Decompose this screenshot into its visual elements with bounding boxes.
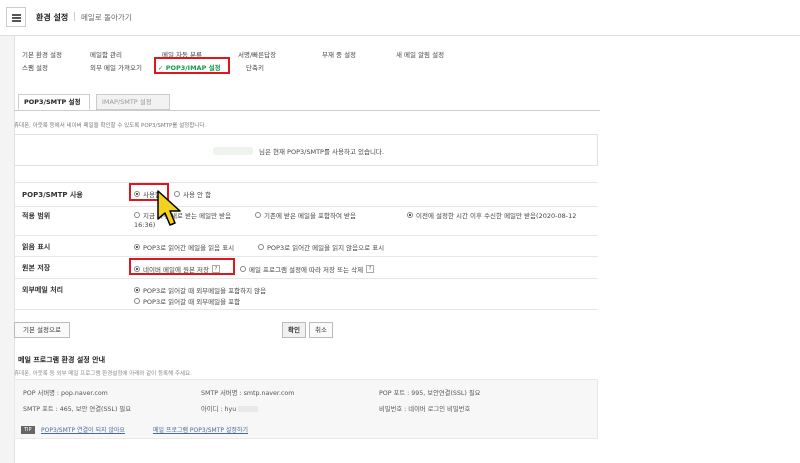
radio-empty-icon [134, 212, 140, 218]
status-notice-box: 님은 현재 POP3/SMTP를 사용하고 있습니다. [14, 134, 598, 166]
row-pop3-use: POP3/SMTP 사용 [14, 182, 598, 206]
page-title: 환경 설정 [36, 13, 69, 22]
label-apply-scope: 적용 범위 [22, 212, 51, 220]
guide-pop-server: POP 서버명 : pop.naver.com [23, 390, 108, 397]
header-divider [74, 12, 75, 21]
tab-mailbox-management[interactable]: 메일함 관리 [90, 49, 122, 59]
tab-new-mail-alert[interactable]: 새 메일 알림 설정 [396, 49, 444, 59]
radio-read-mark-read[interactable]: POP3로 읽어간 메일을 읽음 표시 [134, 242, 234, 252]
radio-keep-program-setting[interactable]: 메일 프로그램 설정에 따라 저장 또는 삭제? [240, 264, 375, 274]
guide-title: 메일 프로그램 환경 설정 안내 [18, 356, 106, 364]
help-link-pop3-not-connecting[interactable]: POP3/SMTP 연결이 되지 않아요 [41, 425, 125, 434]
tab-spam-settings[interactable]: 스팸 설정 [22, 62, 48, 72]
radio-selected-icon [134, 244, 140, 250]
radio-scope-include-existing[interactable]: 기존에 받은 메일을 포함하여 받음 [255, 210, 356, 220]
radio-scope-since-time-label: 이전에 설정한 시간 이후 수신한 메일만 받음(2020-08-12 [416, 212, 577, 220]
radio-external-include-label: POP3로 읽어갈 때 외부메일을 포함 [143, 298, 241, 306]
radio-use-off-label: 사용 안 함 [183, 191, 212, 199]
radio-external-exclude-label: POP3로 읽어갈 때 외부메일을 포함하지 않음 [143, 287, 267, 295]
guide-smtp-server: SMTP 서버명 : smtp.naver.com [201, 390, 295, 397]
radio-empty-icon [240, 266, 246, 272]
back-to-mail-link[interactable]: 메일로 돌아가기 [81, 12, 132, 23]
radio-scope-since-time[interactable]: 이전에 설정한 시간 이후 수신한 메일만 받음(2020-08-12 [407, 210, 576, 220]
confirm-button[interactable]: 확인 [282, 322, 306, 338]
radio-keep-program-setting-label: 메일 프로그램 설정에 따라 저장 또는 삭제 [249, 266, 364, 274]
subtab-pop3-smtp[interactable]: POP3/SMTP 설정 [18, 94, 90, 110]
tip-badge: TIP [21, 426, 35, 434]
guide-password: 비밀번호 : 네이버 로그인 비밀번호 [379, 406, 471, 413]
label-read-mark: 읽음 표시 [22, 243, 51, 251]
subtab-divider [14, 110, 600, 111]
radio-read-mark-read-label: POP3로 읽어간 메일을 읽음 표시 [143, 244, 235, 252]
guide-account-id: 아이디 : hyu [201, 404, 259, 413]
settings-header: 환경 설정 메일로 돌아가기 [0, 0, 800, 36]
radio-empty-icon [258, 244, 264, 250]
radio-selected-icon [134, 287, 140, 293]
tab-shortcuts[interactable]: 단축키 [246, 62, 264, 72]
tab-external-mail-import[interactable]: 외부 메일 가져오기 [90, 62, 142, 72]
radio-empty-icon [134, 298, 140, 304]
blurred-id [238, 406, 259, 412]
highlight-box-pop3-tab [154, 57, 230, 74]
label-external-mail: 외부메일 처리 [22, 286, 64, 294]
highlight-box-keep [129, 258, 235, 275]
radio-external-exclude[interactable]: POP3로 읽어갈 때 외부메일을 포함하지 않음 [134, 285, 266, 295]
mouse-pointer-icon [157, 190, 181, 226]
guide-pop-port: POP 포트 : 995, 보안연결(SSL) 필요 [379, 390, 481, 397]
radio-empty-icon [255, 212, 261, 218]
tab-signature-quick-reply[interactable]: 서명/빠른답장 [238, 49, 276, 59]
radio-external-include[interactable]: POP3로 읽어갈 때 외부메일을 포함 [134, 296, 240, 306]
subtab-imap-smtp[interactable]: IMAP/SMTP 설정 [96, 94, 170, 110]
reset-defaults-button[interactable]: 기본 설정으로 [14, 322, 70, 338]
radio-read-mark-unread-label: POP3로 읽어간 메일을 읽지 않음으로 표시 [267, 244, 385, 252]
radio-scope-include-existing-label: 기존에 받은 메일을 포함하여 받음 [264, 212, 356, 220]
row-external-mail: 외부메일 처리 [14, 278, 598, 310]
help-icon[interactable]: ? [366, 265, 375, 273]
guide-smtp-port: SMTP 포트 : 465, 보안 연결(SSL) 필요 [23, 406, 131, 413]
help-link-program-setup[interactable]: 메일 프로그램 POP3/SMTP 설정하기 [153, 425, 248, 434]
radio-read-mark-unread[interactable]: POP3로 읽어간 메일을 읽지 않음으로 표시 [258, 242, 384, 252]
pop3-description: 휴대폰, 아웃룩 등에서 네이버 메일을 확인할 수 있도록 POP3/SMTP… [14, 123, 207, 129]
label-pop3-use: POP3/SMTP 사용 [22, 191, 83, 199]
guide-description: 휴대폰, 아웃룩 등 외부 메일 프로그램 환경설정에 아래와 같이 등록해 주… [14, 371, 192, 377]
tab-basic-settings[interactable]: 기본 환경 설정 [22, 49, 62, 59]
guide-account-id-text: 아이디 : hyu [201, 406, 237, 413]
radio-selected-icon [407, 212, 413, 218]
guide-info-box: POP 서버명 : pop.naver.com SMTP 서버명 : smtp.… [14, 379, 598, 439]
status-notice-text: 님은 현재 POP3/SMTP를 사용하고 있습니다. [259, 148, 384, 156]
label-keep-original: 원본 저장 [22, 264, 51, 272]
blurred-username [213, 147, 253, 155]
tab-out-of-office[interactable]: 부재 중 설정 [322, 49, 356, 59]
cancel-button[interactable]: 취소 [309, 322, 333, 338]
hamburger-menu-icon[interactable] [6, 7, 26, 27]
